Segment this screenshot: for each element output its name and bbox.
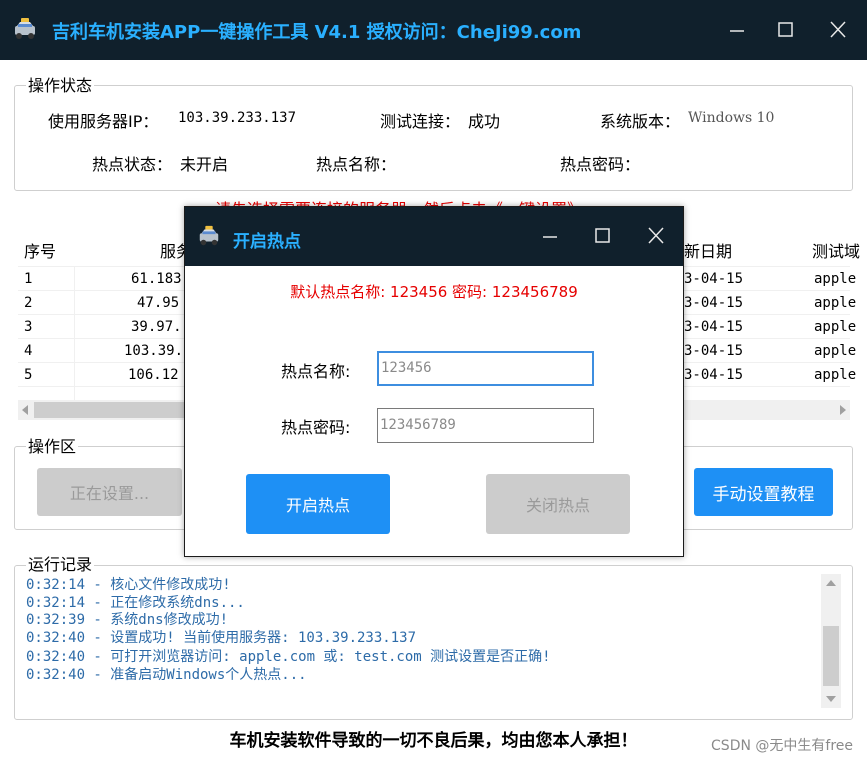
- cell-index: 2: [24, 295, 33, 311]
- close-hotspot-button[interactable]: 关闭热点: [486, 474, 630, 534]
- cell-date: 3-04-15: [684, 295, 744, 311]
- cell-server: 61.183: [131, 271, 182, 287]
- column-divider: [74, 266, 75, 400]
- scrollbar-thumb[interactable]: [823, 626, 839, 686]
- cell-domain: apple: [814, 343, 857, 359]
- csdn-watermark: CSDN @无中生有free: [711, 738, 853, 754]
- sys-version-label: 系统版本：: [600, 112, 681, 131]
- cell-date: 3-04-15: [684, 367, 744, 383]
- log-line: 0:32:14 - 正在修改系统dns...: [26, 595, 245, 611]
- hotspot-dialog: 开启热点 默认热点名称: 123456 密码: 123456789 热点名称: …: [184, 206, 684, 557]
- test-conn-label: 测试连接：: [380, 112, 461, 131]
- cell-index: 5: [24, 367, 33, 383]
- hotspot-status-value: 未开启: [180, 155, 229, 174]
- status-group-title: 操作状态: [26, 76, 95, 95]
- close-icon: [648, 227, 664, 244]
- scroll-down-icon[interactable]: [825, 694, 837, 704]
- minimize-button[interactable]: [720, 14, 754, 46]
- scrollbar-thumb[interactable]: [34, 402, 204, 418]
- cell-domain: apple: [814, 367, 857, 383]
- setting-progress-button[interactable]: 正在设置...: [37, 468, 182, 516]
- dialog-titlebar: 开启热点: [185, 207, 683, 266]
- maximize-icon: [778, 22, 793, 37]
- cell-date: 3-04-15: [684, 343, 744, 359]
- cell-server: 106.12: [128, 367, 179, 383]
- hotspot-pwd-label: 热点密码：: [560, 155, 641, 174]
- log-line: 0:32:40 - 可打开浏览器访问: apple.com 或: test.co…: [26, 649, 551, 665]
- cell-index: 1: [24, 271, 33, 287]
- dialog-maximize-button[interactable]: [587, 221, 617, 251]
- scroll-up-icon[interactable]: [825, 578, 837, 588]
- server-ip-label: 使用服务器IP：: [48, 112, 159, 131]
- log-line: 0:32:39 - 系统dns修改成功!: [26, 612, 229, 628]
- header-domain[interactable]: 测试域: [812, 238, 860, 262]
- main-titlebar: 吉利车机安装APP一键操作工具 V4.1 授权访问：CheJi99.com: [0, 0, 867, 60]
- default-hotspot-info: 默认热点名称: 123456 密码: 123456789: [290, 283, 578, 301]
- maximize-icon: [595, 228, 610, 243]
- log-line: 0:32:40 - 设置成功! 当前使用服务器: 103.39.233.137: [26, 630, 417, 646]
- car-app-icon: [199, 225, 219, 246]
- scroll-right-icon[interactable]: [838, 404, 848, 416]
- cell-server: 103.39.: [124, 343, 184, 359]
- cell-date: 3-04-15: [684, 319, 744, 335]
- sys-version-value: Windows 10: [688, 110, 775, 126]
- close-button[interactable]: [821, 14, 855, 46]
- cell-server: 47.95: [137, 295, 180, 311]
- hotspot-name-label: 热点名称:: [281, 362, 351, 381]
- header-index[interactable]: 序号: [24, 238, 56, 262]
- dialog-minimize-button[interactable]: [535, 221, 565, 251]
- open-hotspot-button[interactable]: 开启热点: [246, 474, 390, 534]
- minimize-icon: [730, 30, 744, 32]
- cell-index: 4: [24, 343, 33, 359]
- status-group: [14, 85, 853, 191]
- log-vertical-scrollbar[interactable]: [821, 574, 841, 708]
- log-line: 0:32:40 - 准备启动Windows个人热点...: [26, 667, 307, 683]
- cell-domain: apple: [814, 271, 857, 287]
- server-ip-value: 103.39.233.137: [178, 110, 297, 126]
- window-title: 吉利车机安装APP一键操作工具 V4.1 授权访问：CheJi99.com: [52, 22, 582, 43]
- test-conn-value: 成功: [468, 112, 501, 131]
- header-date[interactable]: 新日期: [684, 238, 732, 262]
- cell-date: 3-04-15: [684, 271, 744, 287]
- cell-index: 3: [24, 319, 33, 335]
- dialog-close-button[interactable]: [641, 221, 671, 251]
- car-app-icon: [15, 18, 35, 39]
- cell-server: 39.97.: [131, 319, 182, 335]
- cell-domain: apple: [814, 319, 857, 335]
- hotspot-pwd-label: 热点密码:: [281, 418, 351, 437]
- log-line: 0:32:14 - 核心文件修改成功!: [26, 577, 231, 593]
- hotspot-pwd-input[interactable]: 123456789: [377, 408, 594, 443]
- cell-domain: apple: [814, 295, 857, 311]
- ops-group-title: 操作区: [26, 437, 79, 456]
- hotspot-name-label: 热点名称：: [316, 155, 397, 174]
- hotspot-status-label: 热点状态：: [92, 155, 173, 174]
- log-group-title: 运行记录: [26, 555, 95, 574]
- maximize-button[interactable]: [768, 14, 802, 46]
- manual-tutorial-button[interactable]: 手动设置教程: [694, 468, 833, 516]
- hotspot-name-input[interactable]: 123456: [377, 351, 594, 386]
- minimize-icon: [543, 236, 557, 238]
- dialog-title: 开启热点: [233, 232, 301, 252]
- scroll-left-icon[interactable]: [20, 404, 30, 416]
- close-icon: [830, 21, 846, 38]
